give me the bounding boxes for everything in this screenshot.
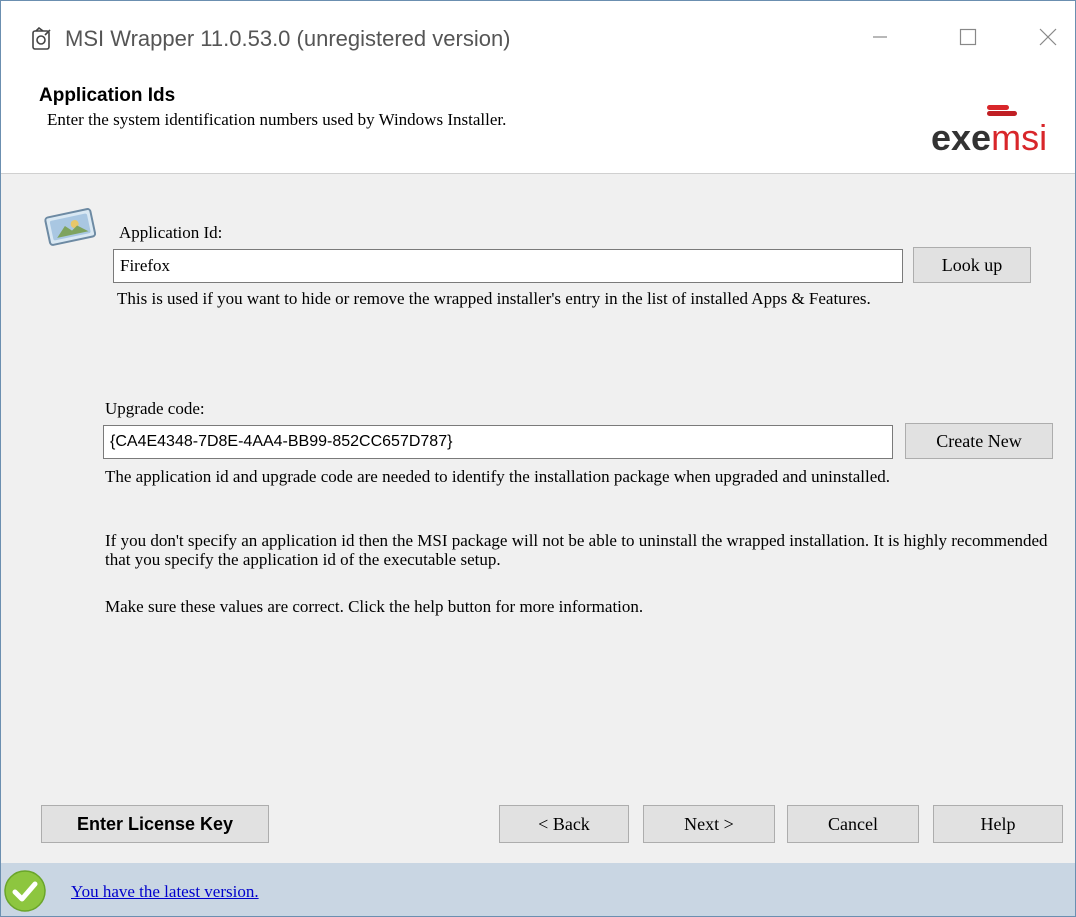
checkmark-icon [3, 869, 47, 913]
status-bar: You have the latest version. [1, 863, 1075, 916]
upgrade-code-hint: The application id and upgrade code are … [105, 467, 891, 486]
latest-version-link[interactable]: You have the latest version. [71, 882, 259, 902]
logo-exe-text: exe [931, 117, 992, 158]
app-icon [31, 26, 53, 51]
page-subtitle: Enter the system identification numbers … [47, 110, 507, 129]
page-title: Application Ids [39, 85, 176, 106]
minimize-button[interactable] [857, 17, 903, 57]
minimize-icon [873, 36, 887, 38]
id-card-icon [41, 205, 99, 247]
maximize-button[interactable] [945, 17, 991, 57]
msi-wrapper-window: MSI Wrapper 11.0.53.0 (unregistered vers… [0, 0, 1076, 917]
logo-msi-text: msi [991, 117, 1048, 158]
page-header: Application Ids Enter the system identif… [1, 77, 1075, 174]
exemsi-logo: exemsi [931, 105, 1071, 169]
upgrade-code-label: Upgrade code: [105, 399, 205, 418]
window-title: MSI Wrapper 11.0.53.0 (unregistered vers… [65, 26, 511, 51]
enter-license-key-button[interactable]: Enter License Key [41, 805, 269, 843]
close-icon [1039, 28, 1057, 46]
close-button[interactable] [1025, 17, 1071, 57]
app-id-hint: This is used if you want to hide or remo… [117, 289, 871, 308]
cancel-button[interactable]: Cancel [787, 805, 919, 843]
upgrade-code-input[interactable]: {CA4E4348-7D8E-4AA4-BB99-852CC657D787} [103, 425, 893, 459]
back-button[interactable]: < Back [499, 805, 629, 843]
info-paragraph-1: If you don't specify an application id t… [105, 531, 1048, 569]
title-bar[interactable]: MSI Wrapper 11.0.53.0 (unregistered vers… [1, 1, 1075, 77]
create-new-button[interactable]: Create New [905, 423, 1053, 459]
next-button[interactable]: Next > [643, 805, 775, 843]
maximize-icon [959, 28, 977, 46]
help-button[interactable]: Help [933, 805, 1063, 843]
look-up-button[interactable]: Look up [913, 247, 1031, 283]
info-paragraph-2: Make sure these values are correct. Clic… [105, 597, 644, 616]
app-id-input[interactable]: Firefox [113, 249, 903, 283]
app-id-label: Application Id: [119, 223, 223, 242]
